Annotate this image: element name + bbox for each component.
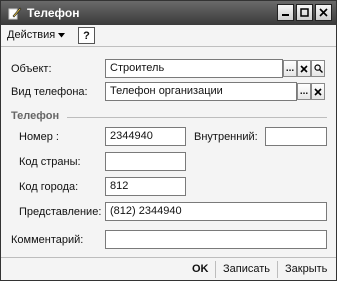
internal-label: Внутренний: bbox=[194, 131, 258, 143]
window-title: Телефон bbox=[27, 6, 80, 20]
phone-section-title: Телефон bbox=[11, 110, 60, 122]
button-separator bbox=[277, 261, 278, 278]
phone-type-field[interactable]: Телефон организации bbox=[105, 82, 297, 101]
phone-dialog-window: Телефон Действия ? Объект: Строитель ...… bbox=[0, 0, 337, 281]
object-label: Объект: bbox=[11, 63, 52, 75]
section-divider bbox=[67, 117, 327, 118]
actions-menu-label: Действия bbox=[7, 29, 56, 41]
number-label: Номер : bbox=[19, 131, 59, 143]
phone-type-select-button[interactable]: ... bbox=[297, 83, 311, 100]
comment-field[interactable] bbox=[105, 230, 327, 249]
city-code-field[interactable]: 812 bbox=[105, 177, 186, 196]
toolbar: Действия ? bbox=[1, 25, 336, 47]
minimize-button[interactable] bbox=[277, 4, 294, 21]
phone-type-label: Вид телефона: bbox=[11, 86, 88, 98]
phone-type-clear-button[interactable] bbox=[311, 83, 325, 100]
search-icon bbox=[313, 64, 323, 73]
object-clear-button[interactable] bbox=[297, 60, 311, 77]
clear-icon bbox=[314, 87, 322, 96]
object-open-button[interactable] bbox=[311, 60, 325, 77]
close-window-button[interactable] bbox=[315, 4, 332, 21]
clear-icon bbox=[300, 64, 308, 73]
comment-label: Комментарий: bbox=[11, 234, 84, 246]
actions-menu[interactable]: Действия bbox=[7, 29, 66, 41]
representation-field[interactable]: (812) 2344940 bbox=[105, 202, 327, 221]
internal-number-field[interactable] bbox=[265, 127, 327, 146]
help-button[interactable]: ? bbox=[78, 27, 95, 44]
save-button[interactable]: Записать bbox=[223, 263, 270, 275]
edit-icon bbox=[7, 5, 23, 21]
city-code-label: Код города: bbox=[19, 181, 79, 193]
object-select-button[interactable]: ... bbox=[283, 60, 297, 77]
country-code-field[interactable] bbox=[105, 152, 186, 171]
number-field[interactable]: 2344940 bbox=[105, 127, 186, 146]
chevron-down-icon bbox=[58, 32, 66, 37]
close-button[interactable]: Закрыть bbox=[285, 263, 327, 275]
title-bar[interactable]: Телефон bbox=[1, 1, 336, 25]
dialog-button-bar: OK Записать Закрыть bbox=[1, 257, 336, 280]
maximize-button[interactable] bbox=[296, 4, 313, 21]
object-field[interactable]: Строитель bbox=[105, 59, 283, 78]
button-separator bbox=[215, 261, 216, 278]
representation-label: Представление: bbox=[19, 206, 102, 218]
ok-button[interactable]: OK bbox=[192, 263, 209, 275]
country-code-label: Код страны: bbox=[19, 156, 81, 168]
window-controls bbox=[277, 4, 332, 21]
